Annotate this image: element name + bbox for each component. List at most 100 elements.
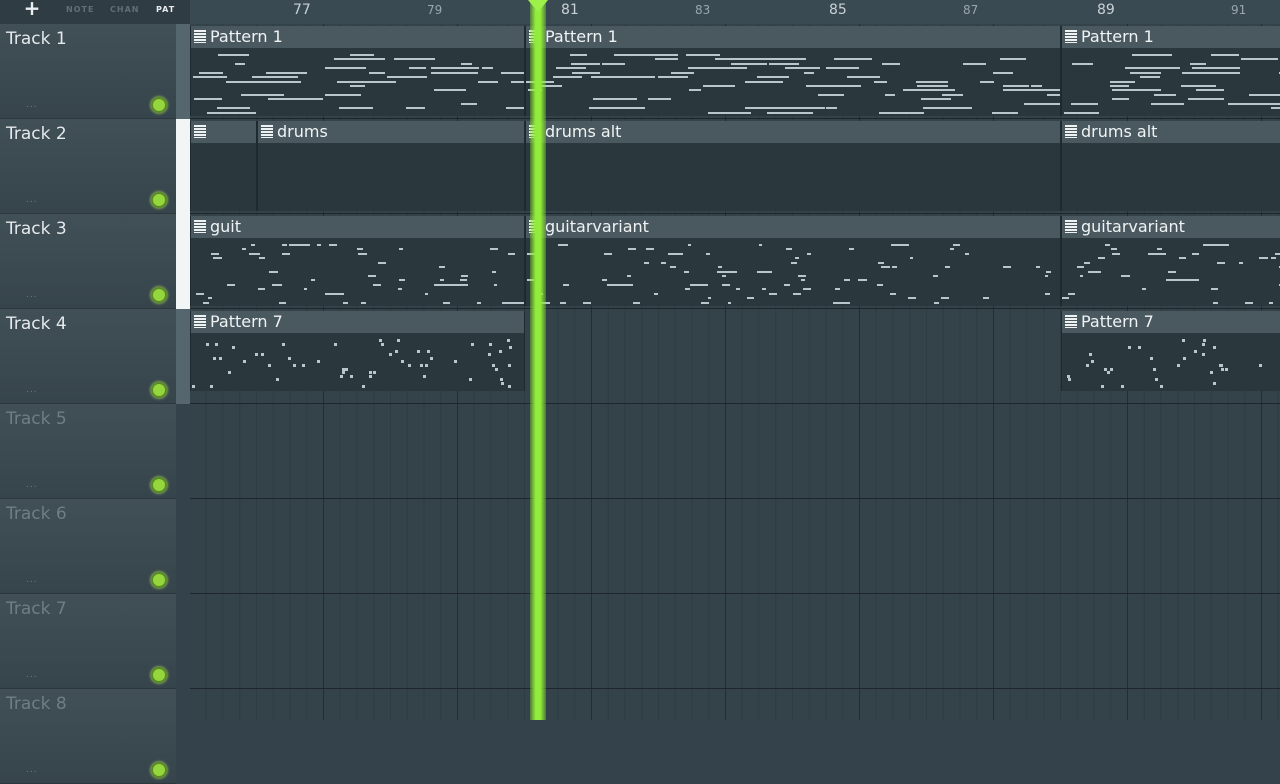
pattern-clip[interactable]: guitarvariant (525, 216, 1061, 306)
clip-header[interactable]: guitarvariant (1062, 216, 1280, 239)
pattern-clip[interactable]: drums (257, 121, 525, 211)
track-mute-led-icon[interactable] (151, 97, 167, 113)
clip-header[interactable]: Pattern 7 (1062, 311, 1280, 334)
clip-header[interactable] (191, 121, 256, 144)
bar-number: 83 (695, 3, 711, 17)
track-mute-led-icon[interactable] (151, 762, 167, 778)
pattern-icon (194, 220, 206, 233)
track-mute-led-icon[interactable] (151, 192, 167, 208)
playhead-marker-icon[interactable] (528, 0, 549, 12)
track-header-6[interactable]: Track 6... (0, 499, 176, 594)
pattern-clip[interactable]: Pattern 1 (1061, 26, 1280, 116)
pattern-clip[interactable]: Pattern 1 (190, 26, 525, 116)
bar-number: 91 (1231, 3, 1247, 17)
track-mute-led-icon[interactable] (151, 382, 167, 398)
pattern-icon (194, 30, 206, 43)
playhead[interactable] (530, 0, 547, 720)
track-mute-led-icon[interactable] (151, 287, 167, 303)
pattern-clip[interactable]: drums alt (1061, 121, 1280, 211)
track-options-dots[interactable]: ... (26, 575, 38, 585)
track-options-dots[interactable]: ... (26, 195, 38, 205)
track-header-2[interactable]: Track 2... (0, 119, 176, 214)
clip-label: drums (277, 122, 328, 141)
track-options-dots[interactable]: ... (26, 765, 38, 775)
pattern-clip[interactable]: drums alt (525, 121, 1061, 211)
clip-notes-preview (526, 238, 1060, 306)
clip-notes-preview (1062, 238, 1280, 306)
clip-label: guit (210, 217, 242, 236)
pattern-icon (1065, 30, 1077, 43)
clip-header[interactable]: Pattern 1 (191, 26, 524, 49)
pattern-icon (1065, 125, 1077, 138)
bar-number: 87 (963, 3, 979, 17)
clip-label: Pattern 7 (1081, 312, 1154, 331)
clip-label: guitarvariant (545, 217, 649, 236)
clip-label: Pattern 7 (210, 312, 283, 331)
track-options-dots[interactable]: ... (26, 100, 38, 110)
clip-notes-preview (191, 143, 256, 211)
bar-number: 77 (293, 2, 311, 18)
track-options-dots[interactable]: ... (26, 670, 38, 680)
track-color-strip (176, 24, 190, 119)
pattern-clip[interactable]: Pattern 7 (1061, 311, 1280, 391)
track-name[interactable]: Track 6 (6, 504, 67, 524)
track-header-4[interactable]: Track 4... (0, 309, 176, 404)
clip-notes-preview (1062, 333, 1280, 391)
track-mute-led-icon[interactable] (151, 667, 167, 683)
chan-mode-button[interactable]: CHAN (110, 5, 139, 14)
clip-notes-preview (191, 238, 524, 306)
playlist-grid[interactable]: Pattern 1Pattern 1Pattern 1Pattern 1Patt… (190, 24, 1280, 720)
clip-header[interactable]: drums (258, 121, 524, 144)
track-name[interactable]: Track 5 (6, 409, 67, 429)
pattern-clip[interactable]: Pattern 7 (190, 311, 525, 391)
pat-mode-button[interactable]: PAT (156, 5, 175, 14)
track-header-5[interactable]: Track 5... (0, 404, 176, 499)
clip-header[interactable]: Pattern 1 (526, 26, 1060, 49)
track-options-dots[interactable]: ... (26, 480, 38, 490)
track-name[interactable]: Track 7 (6, 599, 67, 619)
track-name[interactable]: Track 4 (6, 314, 67, 334)
track-color-strip (176, 309, 190, 404)
pattern-icon (194, 315, 206, 328)
track-header-1[interactable]: Track 1... (0, 24, 176, 119)
track-color-strip (176, 119, 190, 214)
track-name[interactable]: Track 2 (6, 124, 67, 144)
playlist-toolbar: + NOTE CHAN PAT 777981838587899193959799… (0, 0, 1280, 24)
track-mute-led-icon[interactable] (151, 477, 167, 493)
track-name[interactable]: Track 8 (6, 694, 67, 714)
clip-notes-preview (526, 48, 1060, 116)
pattern-icon (261, 125, 273, 138)
track-color-strip (176, 214, 190, 309)
clip-header[interactable]: guitarvariant (526, 216, 1060, 239)
clip-label: Pattern 1 (545, 27, 618, 46)
clip-header[interactable]: Pattern 1 (1062, 26, 1280, 49)
clip-header[interactable]: drums alt (526, 121, 1060, 144)
track-header-7[interactable]: Track 7... (0, 594, 176, 689)
track-header-8[interactable]: Track 8... (0, 689, 176, 784)
ruler-controls: + NOTE CHAN PAT (0, 0, 190, 24)
clip-header[interactable]: guit (191, 216, 524, 239)
clip-header[interactable]: drums alt (1062, 121, 1280, 144)
bar-number: 81 (561, 2, 579, 18)
pattern-clip[interactable]: guitarvariant (1061, 216, 1280, 306)
timeline-ruler[interactable]: 777981838587899193959799101103105107 (190, 0, 1280, 24)
note-mode-button[interactable]: NOTE (66, 5, 94, 14)
pattern-icon (194, 125, 206, 138)
track-mute-led-icon[interactable] (151, 572, 167, 588)
clip-header[interactable]: Pattern 7 (191, 311, 524, 334)
clip-notes-preview (1062, 143, 1280, 211)
add-pattern-button[interactable]: + (18, 0, 46, 18)
track-name[interactable]: Track 1 (6, 29, 67, 49)
clip-notes-preview (191, 48, 524, 116)
pattern-icon (1065, 315, 1077, 328)
pattern-clip[interactable] (190, 121, 257, 211)
track-name[interactable]: Track 3 (6, 219, 67, 239)
pattern-clip[interactable]: guit (190, 216, 525, 306)
track-options-dots[interactable]: ... (26, 290, 38, 300)
track-options-dots[interactable]: ... (26, 385, 38, 395)
pattern-icon (1065, 220, 1077, 233)
track-header-3[interactable]: Track 3... (0, 214, 176, 309)
track-header-list: Track 1... Track 2... Track 3... Track 4...… (0, 24, 190, 784)
clip-label: drums alt (1081, 122, 1158, 141)
pattern-clip[interactable]: Pattern 1 (525, 26, 1061, 116)
